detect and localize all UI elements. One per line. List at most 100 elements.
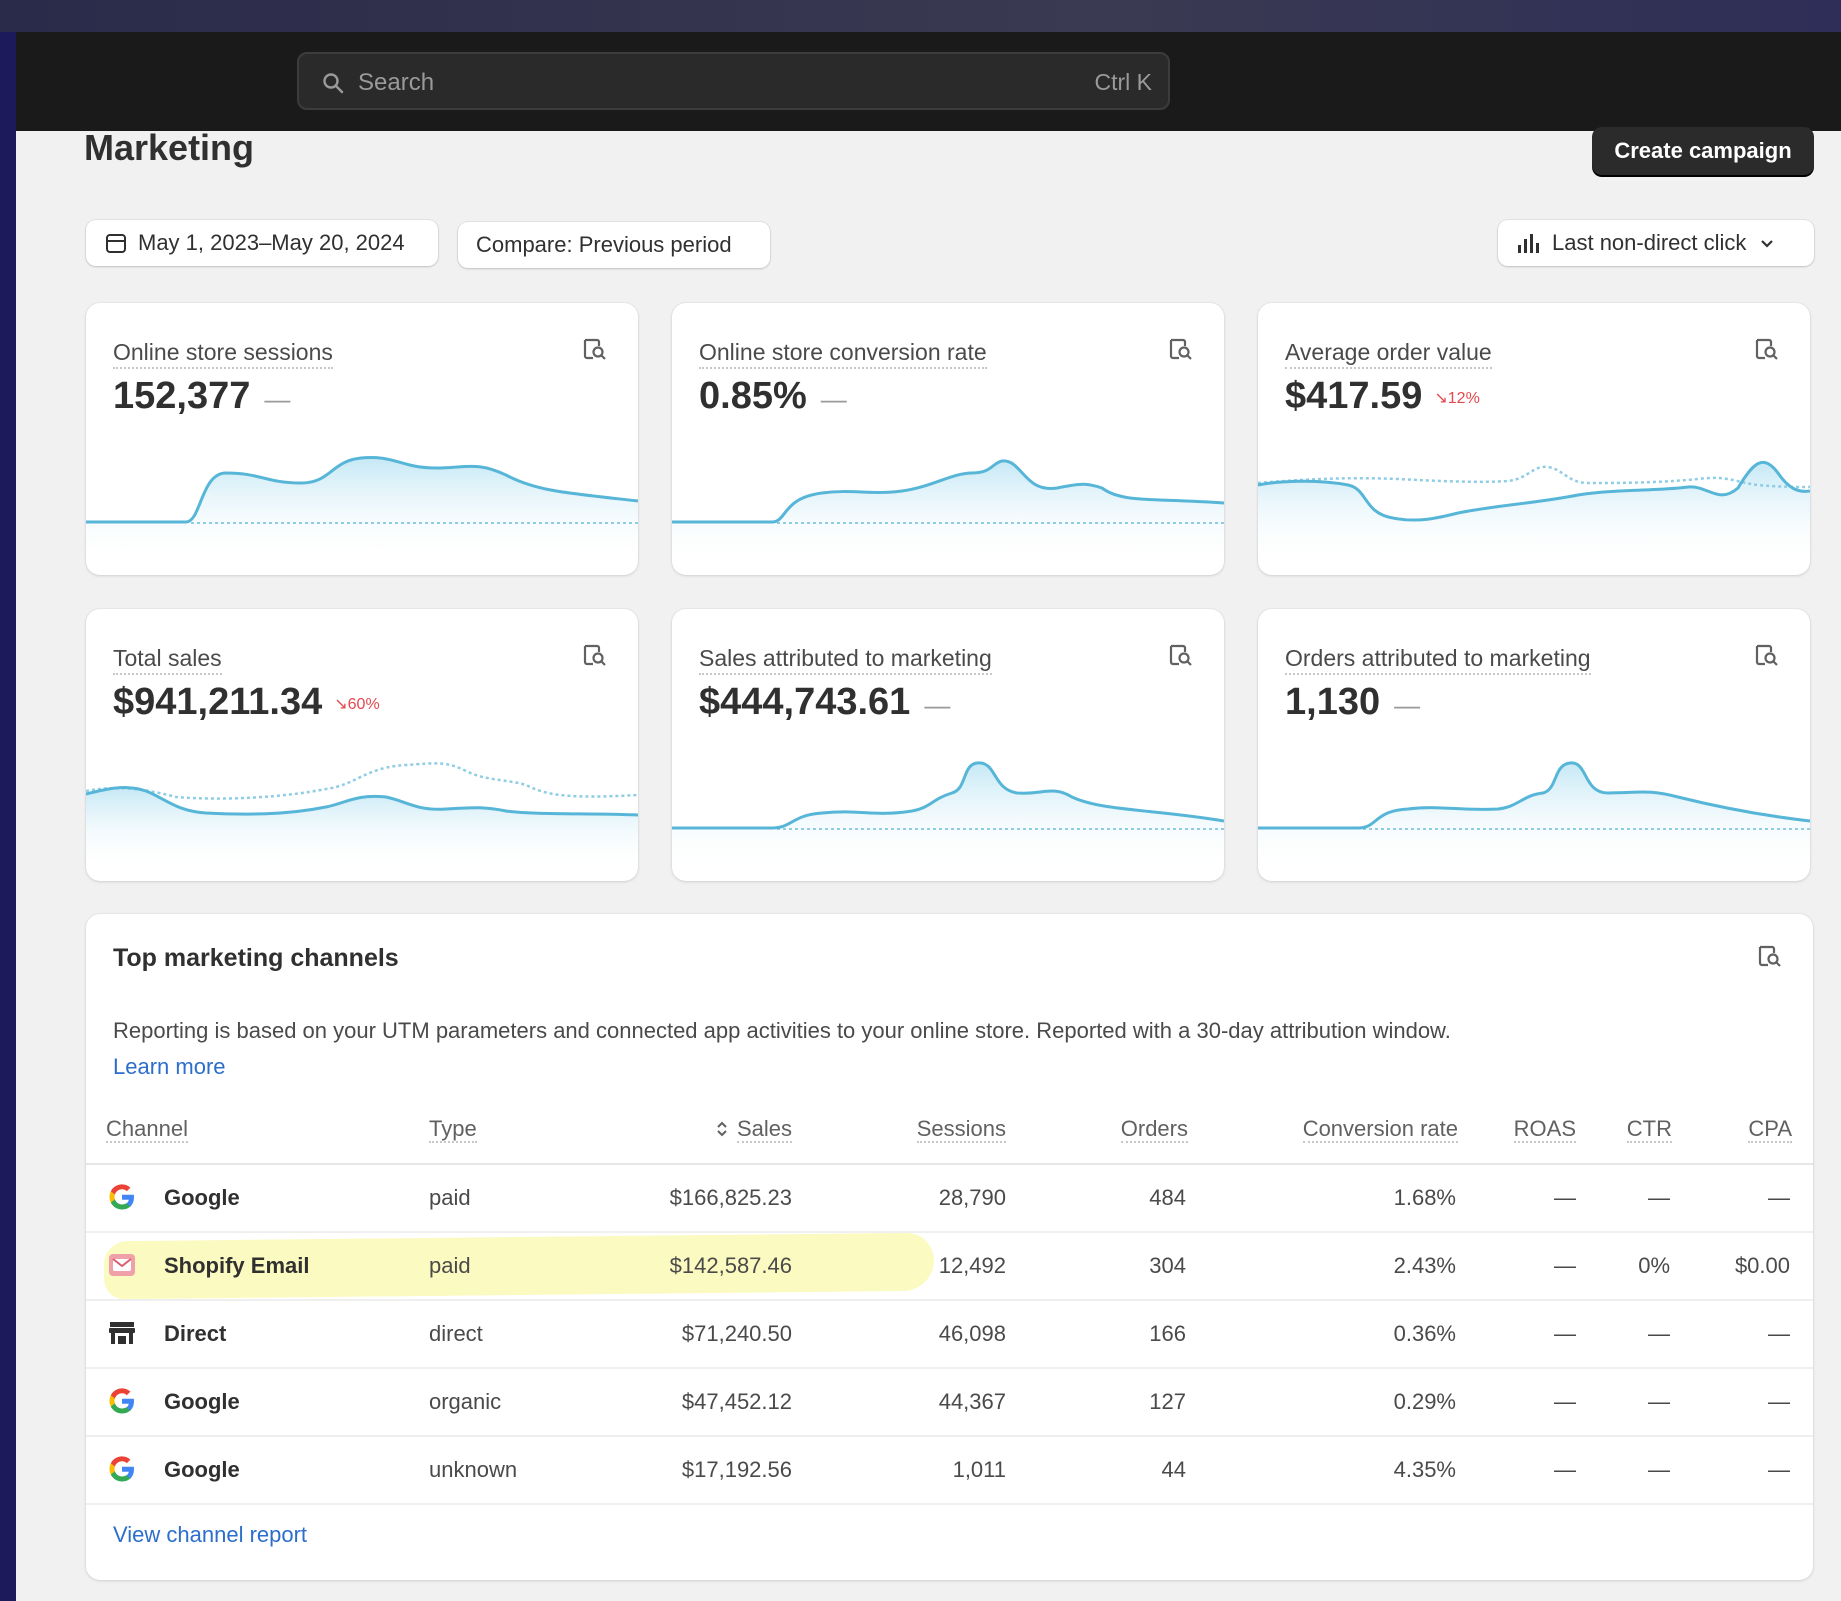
sales-attributed-sparkline	[672, 761, 1224, 869]
channel-sales: $71,240.50	[681, 1321, 792, 1346]
learn-more-link[interactable]: Learn more	[113, 1054, 226, 1080]
explore-report-icon[interactable]	[1752, 335, 1780, 363]
channel-type: unknown	[429, 1457, 518, 1482]
date-range-picker[interactable]: May 1, 2023–May 20, 2024	[86, 220, 438, 266]
metric-value: 1,130—	[1285, 681, 1421, 723]
metric-card-average-order-value[interactable]: Average order value $417.59 ↘12%	[1258, 303, 1810, 575]
view-channel-report-link[interactable]: View channel report	[113, 1522, 307, 1548]
metric-card-sessions[interactable]: Online store sessions 152,377—	[86, 303, 638, 575]
channel-conversion: 1.68%	[1393, 1185, 1456, 1210]
explore-report-icon[interactable]	[1755, 942, 1783, 970]
attribution-label: Last non-direct click	[1552, 230, 1747, 255]
channel-sales: $17,192.56	[681, 1457, 792, 1482]
create-campaign-button[interactable]: Create campaign	[1592, 127, 1814, 175]
channel-type: paid	[429, 1185, 471, 1210]
metric-label: Online store sessions	[113, 339, 333, 369]
channel-name: Google	[164, 1185, 240, 1210]
channel-ctr: —	[1648, 1321, 1670, 1346]
explore-report-icon[interactable]	[580, 335, 608, 363]
channel-cpa: —	[1768, 1185, 1790, 1210]
search-bar[interactable]: Search Ctrl K	[297, 52, 1170, 110]
metric-value: $444,743.61—	[699, 681, 951, 723]
column-header-type[interactable]: Type	[429, 1116, 477, 1143]
metric-label: Orders attributed to marketing	[1285, 645, 1591, 675]
channel-conversion: 2.43%	[1393, 1253, 1456, 1278]
channel-sessions: 46,098	[938, 1321, 1006, 1346]
metric-card-total-sales[interactable]: Total sales $941,211.34 ↘60%	[86, 609, 638, 881]
channel-type: paid	[429, 1253, 471, 1278]
channel-conversion: 4.35%	[1393, 1457, 1456, 1482]
column-header-conversion-rate[interactable]: Conversion rate	[1246, 1116, 1458, 1143]
channels-title: Top marketing channels	[113, 944, 399, 972]
google-icon	[109, 1456, 134, 1482]
channel-sessions: 44,367	[938, 1389, 1006, 1414]
channel-ctr: 0%	[1638, 1253, 1670, 1278]
metric-label: Online store conversion rate	[699, 339, 987, 369]
compare-picker[interactable]: Compare: Previous period	[458, 222, 770, 268]
table-row[interactable]: Direct direct $71,240.50 46,098 166 0.36…	[86, 1301, 1813, 1367]
store-icon	[109, 1322, 135, 1344]
shopify-email-icon	[109, 1254, 135, 1276]
metric-value: $417.59 ↘12%	[1285, 375, 1480, 417]
metric-label: Sales attributed to marketing	[699, 645, 992, 675]
column-header-sessions[interactable]: Sessions	[876, 1116, 1006, 1143]
orders-attributed-sparkline	[1258, 761, 1810, 869]
attribution-model-picker[interactable]: Last non-direct click	[1498, 220, 1814, 266]
table-row[interactable]: Google organic $47,452.12 44,367 127 0.2…	[86, 1369, 1813, 1435]
channel-orders: 44	[1161, 1457, 1186, 1482]
metric-card-orders-attributed[interactable]: Orders attributed to marketing 1,130—	[1258, 609, 1810, 881]
table-row[interactable]: Shopify Email paid $142,587.46 12,492 30…	[86, 1232, 1813, 1300]
channel-conversion: 0.29%	[1393, 1389, 1456, 1414]
page-title: Marketing	[84, 127, 255, 168]
search-placeholder: Search	[358, 69, 435, 96]
google-icon	[109, 1184, 134, 1210]
channel-roas: —	[1554, 1321, 1576, 1346]
metric-label: Average order value	[1285, 339, 1492, 369]
channel-name: Direct	[164, 1321, 227, 1346]
explore-report-icon[interactable]	[1166, 641, 1194, 669]
channel-roas: —	[1554, 1253, 1576, 1278]
chevron-down-icon	[1761, 240, 1774, 248]
metric-label: Total sales	[113, 645, 222, 675]
explore-report-icon[interactable]	[1166, 335, 1194, 363]
column-header-ctr[interactable]: CTR	[1586, 1116, 1672, 1143]
channel-orders: 484	[1149, 1185, 1186, 1210]
channel-sessions: 12,492	[938, 1253, 1006, 1278]
metric-card-conversion-rate[interactable]: Online store conversion rate 0.85% —	[672, 303, 1224, 575]
column-header-channel[interactable]: Channel	[106, 1116, 188, 1143]
column-header-cpa[interactable]: CPA	[1696, 1116, 1792, 1143]
channel-name: Google	[164, 1389, 240, 1414]
channel-type: organic	[429, 1389, 502, 1414]
channel-ctr: —	[1648, 1457, 1670, 1482]
total-sales-sparkline	[86, 762, 638, 869]
column-header-orders[interactable]: Orders	[1076, 1116, 1188, 1143]
compare-label: Compare: Previous period	[476, 232, 732, 257]
metric-card-sales-attributed[interactable]: Sales attributed to marketing $444,743.6…	[672, 609, 1224, 881]
explore-report-icon[interactable]	[1752, 641, 1780, 669]
column-header-sales[interactable]: Sales	[690, 1116, 792, 1143]
explore-report-icon[interactable]	[580, 641, 608, 669]
search-shortcut: Ctrl K	[1094, 69, 1153, 95]
channel-conversion: 0.36%	[1393, 1321, 1456, 1346]
channel-name: Shopify Email	[164, 1253, 310, 1278]
conversion-rate-sparkline	[672, 459, 1224, 563]
channel-sessions: 28,790	[938, 1185, 1006, 1210]
channel-roas: —	[1554, 1389, 1576, 1414]
average-order-value-sparkline	[1258, 460, 1810, 563]
channel-roas: —	[1554, 1457, 1576, 1482]
channel-sales: $47,452.12	[681, 1389, 792, 1414]
channel-sales: $166,825.23	[669, 1185, 792, 1210]
column-header-roas[interactable]: ROAS	[1486, 1116, 1576, 1143]
channel-cpa: —	[1768, 1389, 1790, 1414]
channels-description: Reporting is based on your UTM parameter…	[113, 1018, 1451, 1043]
channel-cpa: $0.00	[1734, 1253, 1790, 1278]
metric-value: 152,377—	[113, 375, 291, 417]
top-marketing-channels-card: Top marketing channels Reporting is base…	[86, 914, 1813, 1580]
channel-orders: 166	[1149, 1321, 1186, 1346]
table-row[interactable]: Google unknown $17,192.56 1,011 44 4.35%…	[86, 1437, 1813, 1503]
channel-sales: $142,587.46	[669, 1253, 792, 1278]
channel-ctr: —	[1648, 1185, 1670, 1210]
channel-orders: 304	[1149, 1253, 1186, 1278]
table-row[interactable]: Google paid $166,825.23 28,790 484 1.68%…	[86, 1165, 1813, 1231]
channel-ctr: —	[1648, 1389, 1670, 1414]
